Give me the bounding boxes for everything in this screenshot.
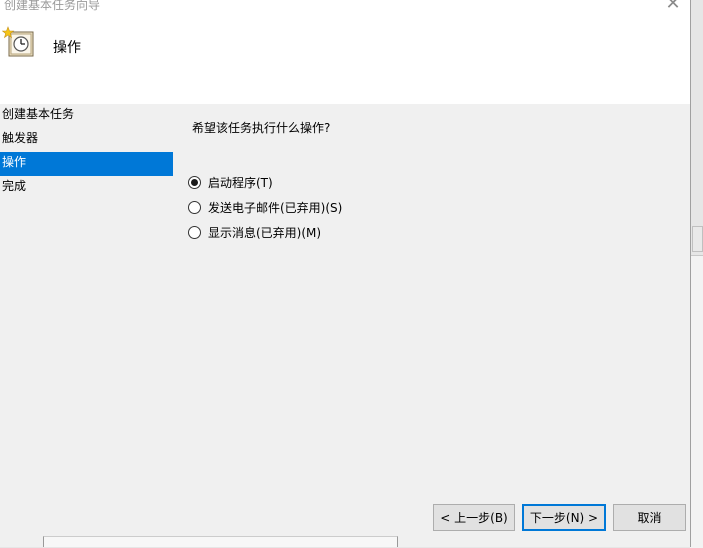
option-label: 发送电子邮件(已弃用)(S) [208, 201, 343, 215]
cancel-button[interactable]: 取消 [613, 504, 686, 531]
task-wizard-dialog: 创建基本任务向导 ✕ 操作 创建基本任务 触发器 操作 完成 希望该任务执行什么… [0, 0, 691, 547]
option-label: 显示消息(已弃用)(M) [208, 226, 322, 240]
next-button[interactable]: 下一步(N) > [522, 504, 606, 531]
action-question: 希望该任务执行什么操作? [192, 121, 331, 135]
background-window-bottom [43, 536, 398, 547]
step-finish[interactable]: 完成 [0, 176, 173, 200]
radio-start-program[interactable] [188, 176, 201, 189]
radio-send-email[interactable] [188, 201, 201, 214]
option-label: 启动程序(T) [208, 176, 273, 190]
option-start-program[interactable]: 启动程序(T) [188, 170, 342, 195]
step-create-basic-task[interactable]: 创建基本任务 [0, 104, 173, 128]
task-clock-icon [2, 26, 34, 57]
page-title: 操作 [53, 40, 81, 56]
step-action[interactable]: 操作 [0, 152, 173, 176]
option-display-message[interactable]: 显示消息(已弃用)(M) [188, 220, 342, 245]
wizard-steps: 创建基本任务 触发器 操作 完成 [0, 104, 173, 200]
step-trigger[interactable]: 触发器 [0, 128, 173, 152]
back-button[interactable]: < 上一步(B) [433, 504, 515, 531]
radio-display-message[interactable] [188, 226, 201, 239]
action-options: 启动程序(T) 发送电子邮件(已弃用)(S) 显示消息(已弃用)(M) [188, 170, 342, 245]
close-icon[interactable]: ✕ [664, 0, 682, 14]
background-window-scrollbar [692, 226, 703, 252]
window-title: 创建基本任务向导 [4, 0, 101, 12]
wizard-header: 创建基本任务向导 ✕ 操作 [0, 0, 690, 104]
background-window-edge [690, 255, 703, 548]
option-send-email[interactable]: 发送电子邮件(已弃用)(S) [188, 195, 342, 220]
